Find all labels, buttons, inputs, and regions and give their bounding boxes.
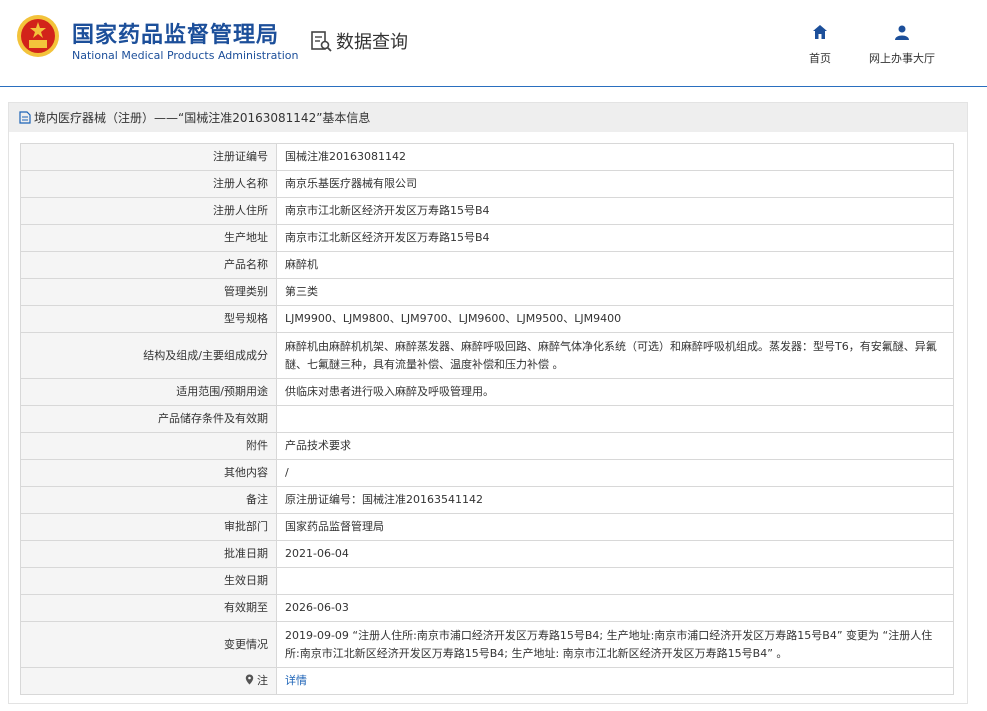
table-row: 产品储存条件及有效期 [20, 405, 954, 433]
field-value [276, 567, 954, 595]
field-label: 产品名称 [20, 251, 277, 279]
field-label: 注册人名称 [20, 170, 277, 198]
org-name-cn[interactable]: 国家药品监督管理局 [72, 17, 279, 49]
data-query-label: 数据查询 [336, 32, 408, 53]
table-row: 生效日期 [20, 567, 954, 595]
field-value: 产品技术要求 [276, 432, 954, 460]
field-value: 原注册证编号：国械注准20163541142 [276, 486, 954, 514]
field-label: 管理类别 [20, 278, 277, 306]
note-label-cell: 注 [20, 667, 277, 695]
field-label: 注册人住所 [20, 197, 277, 225]
field-label: 生效日期 [20, 567, 277, 595]
field-value: 南京市江北新区经济开发区万寿路15号B4 [276, 197, 954, 225]
panel-header: 境内医疗器械（注册）——“国械注准20163081142”基本信息 [9, 103, 967, 132]
panel-title: 境内医疗器械（注册）——“国械注准20163081142”基本信息 [34, 111, 371, 125]
details-cell: 详情 [276, 667, 954, 695]
field-label: 注册证编号 [20, 143, 277, 171]
field-value: 第三类 [276, 278, 954, 306]
field-label: 有效期至 [20, 594, 277, 622]
field-label: 备注 [20, 486, 277, 514]
table-row: 型号规格 LJM9900、LJM9800、LJM9700、LJM9600、LJM… [20, 305, 954, 333]
document-icon [19, 111, 31, 124]
table-row: 产品名称 麻醉机 [20, 251, 954, 279]
table-row: 生产地址 南京市江北新区经济开发区万寿路15号B4 [20, 224, 954, 252]
field-value: 国家药品监督管理局 [276, 513, 954, 541]
table-row: 注册证编号 国械注准20163081142 [20, 143, 954, 171]
location-pin-icon [245, 674, 253, 685]
note-label: 注 [257, 674, 268, 687]
details-link[interactable]: 详情 [285, 674, 307, 687]
field-value: 供临床对患者进行吸入麻醉及呼吸管理用。 [276, 378, 954, 406]
user-icon [895, 25, 909, 40]
field-value: 麻醉机由麻醉机机架、麻醉蒸发器、麻醉呼吸回路、麻醉气体净化系统（可选）和麻醉呼吸… [276, 332, 954, 379]
table-row: 注册人名称 南京乐基医疗器械有限公司 [20, 170, 954, 198]
detail-panel: 境内医疗器械（注册）——“国械注准20163081142”基本信息 注册证编号 … [8, 102, 968, 704]
table-row: 其他内容 / [20, 459, 954, 487]
document-search-icon [311, 31, 332, 52]
field-value: / [276, 459, 954, 487]
table-row: 适用范围/预期用途 供临床对患者进行吸入麻醉及呼吸管理用。 [20, 378, 954, 406]
data-query-title[interactable]: 数据查询 [310, 28, 408, 54]
field-label: 结构及组成/主要组成成分 [20, 332, 277, 379]
home-icon [813, 25, 827, 39]
field-value: 南京市江北新区经济开发区万寿路15号B4 [276, 224, 954, 252]
nav-home[interactable]: 首页 [780, 24, 860, 66]
field-value: 2026-06-03 [276, 594, 954, 622]
org-name-en[interactable]: National Medical Products Administration [72, 49, 298, 62]
field-value: 2019-09-09 “注册人住所:南京市浦口经济开发区万寿路15号B4; 生产… [276, 621, 954, 668]
nav-home-label: 首页 [809, 52, 831, 65]
field-label: 变更情况 [20, 621, 277, 668]
field-label: 适用范围/预期用途 [20, 378, 277, 406]
table-row: 结构及组成/主要组成成分 麻醉机由麻醉机机架、麻醉蒸发器、麻醉呼吸回路、麻醉气体… [20, 332, 954, 379]
table-row: 有效期至 2026-06-03 [20, 594, 954, 622]
table-row: 附件 产品技术要求 [20, 432, 954, 460]
table-row: 注 详情 [20, 667, 954, 695]
national-emblem-icon [17, 15, 59, 57]
table-row: 注册人住所 南京市江北新区经济开发区万寿路15号B4 [20, 197, 954, 225]
field-label: 批准日期 [20, 540, 277, 568]
field-label: 生产地址 [20, 224, 277, 252]
table-row: 备注 原注册证编号：国械注准20163541142 [20, 486, 954, 514]
table-row: 批准日期 2021-06-04 [20, 540, 954, 568]
nav-service-hall-label: 网上办事大厅 [869, 52, 935, 65]
field-value: LJM9900、LJM9800、LJM9700、LJM9600、LJM9500、… [276, 305, 954, 333]
table-row: 管理类别 第三类 [20, 278, 954, 306]
field-value: 麻醉机 [276, 251, 954, 279]
detail-table: 注册证编号 国械注准20163081142 注册人名称 南京乐基医疗器械有限公司… [20, 143, 954, 695]
field-value: 2021-06-04 [276, 540, 954, 568]
field-label: 附件 [20, 432, 277, 460]
field-value: 国械注准20163081142 [276, 143, 954, 171]
table-row: 变更情况 2019-09-09 “注册人住所:南京市浦口经济开发区万寿路15号B… [20, 621, 954, 668]
field-label: 其他内容 [20, 459, 277, 487]
field-value: 南京乐基医疗器械有限公司 [276, 170, 954, 198]
table-row: 审批部门 国家药品监督管理局 [20, 513, 954, 541]
field-label: 型号规格 [20, 305, 277, 333]
field-label: 审批部门 [20, 513, 277, 541]
field-label: 产品储存条件及有效期 [20, 405, 277, 433]
nav-service-hall[interactable]: 网上办事大厅 [862, 24, 942, 66]
site-header: 国家药品监督管理局 National Medical Products Admi… [0, 0, 987, 87]
field-value [276, 405, 954, 433]
